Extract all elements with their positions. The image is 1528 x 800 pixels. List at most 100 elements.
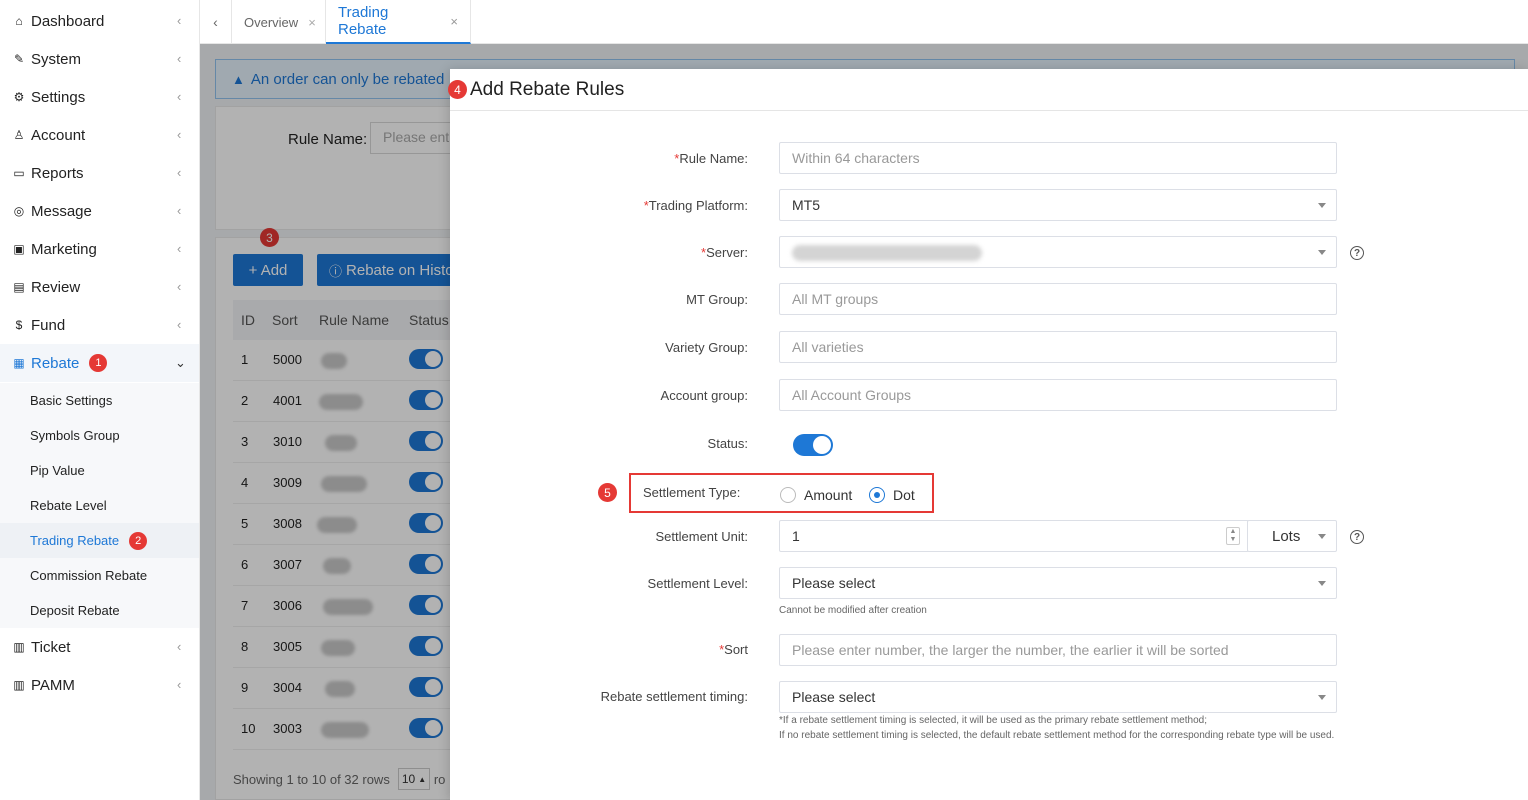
sidebar-subitem-trading-rebate[interactable]: Trading Rebate 2 <box>0 523 199 558</box>
sidebar-subitem-pip-value[interactable]: Pip Value <box>0 453 199 488</box>
settlement-level-label: Settlement Level: <box>647 576 748 591</box>
document-icon: ▥ <box>13 678 25 692</box>
chevron-left-icon: ‹ <box>177 89 182 104</box>
status-toggle[interactable] <box>793 434 833 456</box>
label-text: Rule Name: <box>679 151 748 166</box>
sidebar-item-dashboard[interactable]: ⌂ Dashboard ‹ <box>0 2 199 40</box>
status-label: Status: <box>707 436 748 451</box>
amount-radio[interactable] <box>780 487 796 503</box>
add-rebate-rules-modal: 4 Add Rebate Rules *Rule Name: Within 64… <box>448 69 1528 800</box>
sidebar-item-fund[interactable]: $ Fund ‹ <box>0 306 199 344</box>
sidebar-subitem-commission-rebate[interactable]: Commission Rebate <box>0 558 199 593</box>
wrench-icon: ✎ <box>13 52 25 66</box>
sidebar-subitem-basic-settings[interactable]: Basic Settings <box>0 383 199 418</box>
variety-group-label: Variety Group: <box>665 340 748 355</box>
step-badge: 1 <box>89 354 108 372</box>
caret-down-icon <box>1318 581 1326 586</box>
sidebar-item-review[interactable]: ▤ Review ‹ <box>0 268 199 306</box>
users-icon: ♙ <box>13 128 25 142</box>
sidebar-item-pamm[interactable]: ▥ PAMM ‹ <box>0 666 199 704</box>
chevron-left-icon: ‹ <box>177 203 182 218</box>
caret-down-icon <box>1318 695 1326 700</box>
sidebar-item-label: PAMM <box>31 676 75 694</box>
sidebar-subitem-label: Commission Rebate <box>30 568 148 583</box>
sidebar-item-system[interactable]: ✎ System ‹ <box>0 40 199 78</box>
chevron-left-icon: ‹ <box>177 677 182 692</box>
server-select[interactable] <box>779 236 1337 268</box>
gift-icon: ▣ <box>13 242 25 256</box>
document-icon: ▥ <box>13 640 25 654</box>
sidebar-item-rebate[interactable]: ▦ Rebate 1 ⌄ <box>0 344 199 382</box>
dot-radio-label[interactable]: Dot <box>893 487 915 503</box>
chevron-left-icon: ‹ <box>213 14 218 30</box>
amount-radio-label[interactable]: Amount <box>804 487 852 503</box>
mt-group-input[interactable]: All MT groups <box>779 283 1337 315</box>
tab-overview[interactable]: Overview × <box>232 0 326 44</box>
chat-icon: ◎ <box>13 204 25 218</box>
trading-platform-select[interactable]: MT5 <box>779 189 1337 221</box>
sidebar-subitem-symbols-group[interactable]: Symbols Group <box>0 418 199 453</box>
calendar-icon: ▦ <box>13 356 25 370</box>
tab-scroll-left-button[interactable]: ‹ <box>200 0 232 44</box>
sidebar-subitem-rebate-level[interactable]: Rebate Level <box>0 488 199 523</box>
sidebar-item-message[interactable]: ◎ Message ‹ <box>0 192 199 230</box>
settlement-unit-input[interactable]: 1 ▲ ▼ <box>779 520 1249 552</box>
dot-radio[interactable] <box>869 487 885 503</box>
number-spinner[interactable]: ▲ ▼ <box>1226 527 1240 545</box>
sidebar-item-settings[interactable]: ⚙ Settings ‹ <box>0 78 199 116</box>
timing-hint-line: *If a rebate settlement timing is select… <box>779 715 1207 726</box>
coin-icon: $ <box>15 318 23 332</box>
sidebar-item-label: Settings <box>31 88 86 106</box>
sidebar-item-label: Message <box>31 202 92 220</box>
server-label: *Server: <box>701 245 748 260</box>
home-icon: ⌂ <box>15 14 23 28</box>
chevron-left-icon: ‹ <box>177 127 182 142</box>
select-value: Lots <box>1272 527 1301 545</box>
caret-down-icon <box>1318 534 1326 539</box>
select-value: Please select <box>792 689 876 705</box>
sidebar-item-label: Reports <box>31 164 84 182</box>
input-value: 1 <box>792 528 800 544</box>
caret-down-icon <box>1318 203 1326 208</box>
rule-name-input[interactable]: Within 64 characters <box>779 142 1337 174</box>
sidebar-subitem-label: Basic Settings <box>30 393 113 408</box>
sidebar: ⌂ Dashboard ‹ ✎ System ‹ ⚙ Settings ‹ ♙ … <box>0 0 200 800</box>
settlement-unit-select[interactable]: Lots <box>1247 520 1337 552</box>
close-icon[interactable]: × <box>308 15 316 30</box>
help-icon[interactable]: ? <box>1350 530 1364 544</box>
account-group-input[interactable]: All Account Groups <box>779 379 1337 411</box>
tab-trading-rebate[interactable]: Trading Rebate × <box>326 0 471 44</box>
sidebar-subitem-label: Symbols Group <box>30 428 120 443</box>
clipboard-icon: ▤ <box>13 280 25 294</box>
monitor-icon: ▭ <box>13 166 25 180</box>
sidebar-item-label: Ticket <box>31 638 71 656</box>
sidebar-item-label: System <box>31 50 82 68</box>
modal-title: Add Rebate Rules <box>470 78 625 100</box>
sidebar-subitem-label: Trading Rebate <box>30 533 120 548</box>
variety-group-input[interactable]: All varieties <box>779 331 1337 363</box>
sidebar-item-account[interactable]: ♙ Account ‹ <box>0 116 199 154</box>
help-icon[interactable]: ? <box>1350 246 1364 260</box>
label-text: Trading Platform: <box>648 198 748 213</box>
tab-label: Overview <box>244 14 299 30</box>
chevron-left-icon: ‹ <box>177 165 182 180</box>
sidebar-item-label: Fund <box>31 316 66 334</box>
sidebar-item-ticket[interactable]: ▥ Ticket ‹ <box>0 628 199 666</box>
sidebar-subitem-deposit-rebate[interactable]: Deposit Rebate <box>0 593 199 628</box>
close-icon[interactable]: × <box>450 14 458 29</box>
account-group-label: Account group: <box>660 388 748 403</box>
sidebar-item-reports[interactable]: ▭ Reports ‹ <box>0 154 199 192</box>
chevron-left-icon: ‹ <box>177 241 182 256</box>
chevron-left-icon: ‹ <box>177 13 182 28</box>
redacted-server-value <box>792 245 982 261</box>
timing-select[interactable]: Please select <box>779 681 1337 713</box>
label-text: Sort <box>724 642 748 657</box>
sort-input[interactable]: Please enter number, the larger the numb… <box>779 634 1337 666</box>
sidebar-item-label: Marketing <box>31 240 97 258</box>
chevron-left-icon: ‹ <box>177 317 182 332</box>
label-text: Server: <box>706 245 748 260</box>
settlement-level-hint: Cannot be modified after creation <box>779 605 927 616</box>
timing-label: Rebate settlement timing: <box>600 689 748 704</box>
settlement-level-select[interactable]: Please select <box>779 567 1337 599</box>
sidebar-item-marketing[interactable]: ▣ Marketing ‹ <box>0 230 199 268</box>
